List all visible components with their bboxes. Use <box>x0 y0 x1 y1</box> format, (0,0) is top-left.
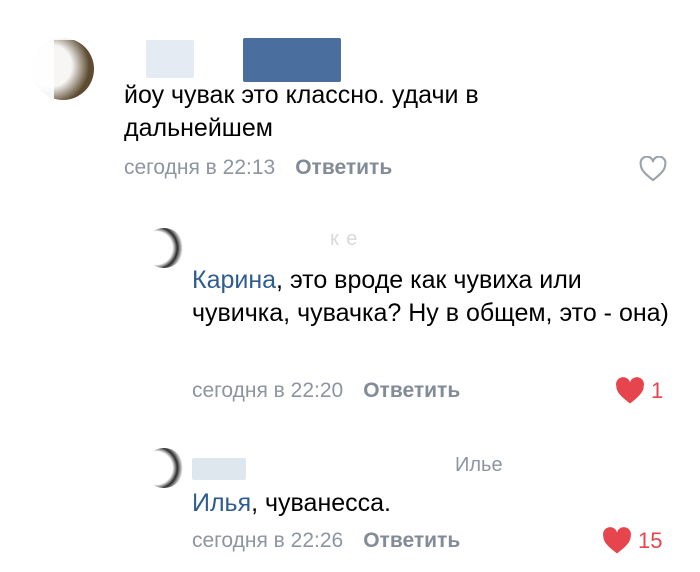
comment-text: Илья, чуванесса. <box>192 489 392 517</box>
reply-button[interactable]: Ответить <box>363 529 460 552</box>
like-button[interactable]: 15 <box>602 527 662 555</box>
mention-link[interactable]: Илья <box>192 489 251 517</box>
like-count: 15 <box>638 528 663 553</box>
comment-time: сегодня в 22:26 <box>192 529 344 552</box>
avatar[interactable] <box>144 448 184 488</box>
author-name-obscured[interactable] <box>192 458 246 480</box>
comment-reply: Илье Илья, чуванесса. сегодня в 22:26 Отв… <box>0 0 700 572</box>
reply-to-label: Илье <box>455 454 503 476</box>
comment-meta: сегодня в 22:26 Ответить <box>192 529 460 553</box>
heart-filled-icon <box>603 527 631 554</box>
